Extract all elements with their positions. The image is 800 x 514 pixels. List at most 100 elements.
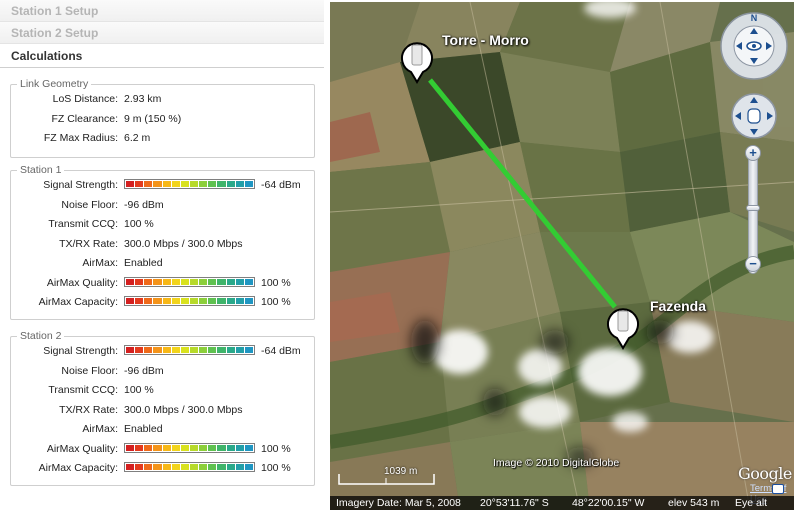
bar-segment (153, 278, 162, 285)
airmax-quality-label: AirMax Quality: (46, 276, 118, 289)
bar-segment (171, 347, 180, 353)
signal-strength-row: Signal Strength: -64 dBm (11, 342, 314, 362)
calculations-panel: Station 1 Setup Station 2 Setup Calculat… (0, 0, 324, 514)
bar-segment (189, 298, 199, 304)
bar-segment (208, 347, 217, 353)
bar-segment (171, 444, 180, 451)
bar-segment (126, 464, 135, 470)
bar-segment (171, 278, 180, 285)
google-logo: Google (738, 464, 792, 483)
txrx-rate-label: TX/RX Rate: (59, 237, 118, 250)
bar-segment (226, 181, 235, 187)
bar-segment (217, 464, 226, 470)
airmax-value: Enabled (124, 423, 163, 435)
bar-segment (153, 464, 162, 470)
bar-segment (135, 181, 144, 187)
fz-max-radius-row: FZ Max Radius: 6.2 m (11, 129, 314, 149)
los-distance-row: LoS Distance: 2.93 km (11, 90, 314, 110)
signal-strength-label: Signal Strength: (43, 179, 118, 191)
bar-segment (189, 181, 199, 187)
bar-segment (153, 181, 162, 187)
bar-segment (217, 278, 226, 285)
bar-segment (135, 444, 144, 451)
airmax-capacity-value: 100 % (261, 462, 291, 474)
eye-altitude-readout: Eye alt (735, 497, 768, 509)
station1-pin-icon[interactable] (400, 36, 434, 84)
airmax-capacity-label: AirMax Capacity: (38, 296, 118, 308)
fz-clearance-label: FZ Clearance: (51, 112, 118, 125)
airmax-quality-row: AirMax Quality: 100 % (11, 274, 314, 294)
fz-max-radius-label: FZ Max Radius: (43, 132, 118, 144)
bar-segment (135, 298, 144, 304)
bar-segment (126, 278, 135, 285)
bar-segment (217, 347, 226, 353)
zoom-out-button[interactable]: − (745, 256, 761, 272)
bar-segment (208, 464, 217, 470)
station2-group: Station 2 Signal Strength: -64 dBm Noise… (10, 330, 315, 486)
transmit-ccq-value: 100 % (124, 218, 154, 230)
bar-segment (208, 298, 217, 304)
bar-segment (226, 278, 235, 285)
airmax-label: AirMax: (82, 257, 118, 269)
link-line (428, 78, 617, 309)
bar-segment (199, 298, 208, 304)
bar-segment (244, 444, 253, 451)
status-bar: Imagery Date: Mar 5, 2008 20°53'11.76" S… (330, 496, 794, 510)
zoom-slider-handle[interactable] (746, 205, 760, 211)
look-around-control[interactable]: N (718, 10, 790, 82)
bar-segment (235, 464, 244, 470)
calculations-header[interactable]: Calculations (0, 44, 324, 68)
airmax-capacity-value: 100 % (261, 296, 291, 308)
airmax-quality-label: AirMax Quality: (46, 442, 118, 455)
bar-segment (217, 298, 226, 304)
airmax-capacity-bar (124, 462, 255, 472)
bar-segment (235, 278, 244, 285)
bar-segment (126, 347, 135, 353)
bar-segment (199, 444, 208, 451)
imagery-date: Imagery Date: Mar 5, 2008 (336, 497, 461, 509)
collapse-statusbar-icon[interactable] (772, 484, 784, 494)
bar-segment (162, 278, 171, 285)
bar-segment (126, 444, 135, 451)
station2-pin-icon[interactable] (606, 302, 640, 350)
airmax-row: AirMax: Enabled (11, 420, 314, 440)
bar-segment (144, 464, 153, 470)
transmit-ccq-label: Transmit CCQ: (48, 218, 118, 230)
bar-segment (162, 347, 171, 353)
scale-bar-label: 1039 m (384, 466, 418, 477)
imagery-credit: Image © 2010 DigitalGlobe (493, 457, 620, 469)
satellite-map[interactable]: Torre - Morro Fazenda N + − 1039 m Image… (330, 2, 794, 510)
station1-legend: Station 1 (20, 164, 62, 176)
txrx-rate-label: TX/RX Rate: (59, 403, 118, 416)
bar-segment (126, 298, 135, 304)
station1-setup-header[interactable]: Station 1 Setup (0, 0, 324, 22)
link-geometry-legend: Link Geometry (20, 78, 89, 90)
station2-pin-label: Fazenda (650, 298, 707, 314)
bar-segment (199, 181, 208, 187)
link-geometry-group: Link Geometry LoS Distance: 2.93 km FZ C… (10, 78, 315, 158)
station2-setup-header[interactable]: Station 2 Setup (0, 22, 324, 44)
airmax-quality-value: 100 % (261, 276, 291, 289)
noise-floor-row: Noise Floor: -96 dBm (11, 196, 314, 216)
station1-group: Station 1 Signal Strength: -64 dBm Noise… (10, 164, 315, 320)
bar-segment (180, 298, 189, 304)
los-distance-value: 2.93 km (124, 93, 162, 105)
bar-segment (153, 298, 162, 304)
elevation-readout: elev 543 m (668, 497, 720, 509)
noise-floor-value: -96 dBm (124, 364, 164, 377)
bar-segment (226, 444, 235, 451)
noise-floor-row: Noise Floor: -96 dBm (11, 362, 314, 382)
bar-segment (144, 298, 153, 304)
move-control[interactable] (730, 92, 778, 140)
noise-floor-label: Noise Floor: (61, 364, 118, 377)
zoom-in-button[interactable]: + (745, 145, 761, 161)
fz-clearance-value: 9 m (150 %) (124, 112, 182, 125)
bar-segment (244, 347, 253, 353)
signal-strength-row: Signal Strength: -64 dBm (11, 176, 314, 196)
bar-segment (171, 464, 180, 470)
noise-floor-label: Noise Floor: (61, 198, 118, 211)
txrx-rate-value: 300.0 Mbps / 300.0 Mbps (124, 403, 243, 416)
noise-floor-value: -96 dBm (124, 198, 164, 211)
bar-segment (189, 347, 199, 353)
bar-segment (244, 278, 253, 285)
